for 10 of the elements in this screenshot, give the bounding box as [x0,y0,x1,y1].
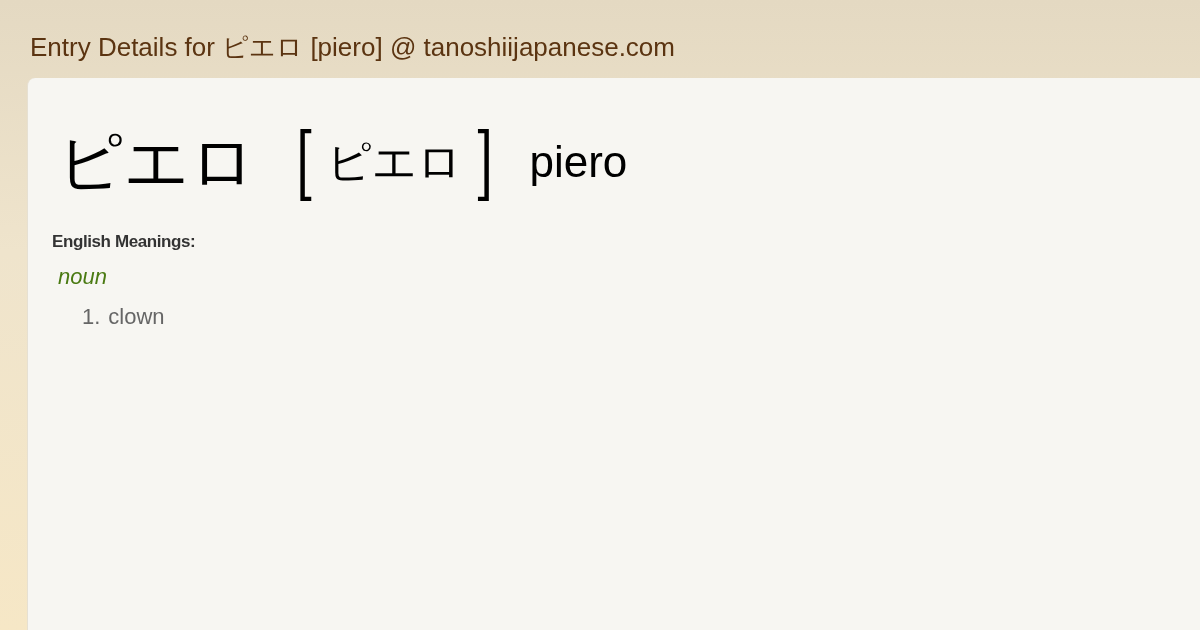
reading: ピエロ [327,134,463,189]
headword: ピエロ [58,123,256,201]
meanings-label: English Meanings: [52,232,197,252]
part-of-speech: noun [58,264,108,290]
page-title: Entry Details for ピエロ [piero] @ tanoshiijapanese.com [30,31,676,64]
definition: clown [108,304,165,330]
bracket: ] [474,115,494,209]
definition-number: 1. [82,304,101,330]
bracket: [ [296,115,315,209]
romaji: piero [529,137,628,187]
